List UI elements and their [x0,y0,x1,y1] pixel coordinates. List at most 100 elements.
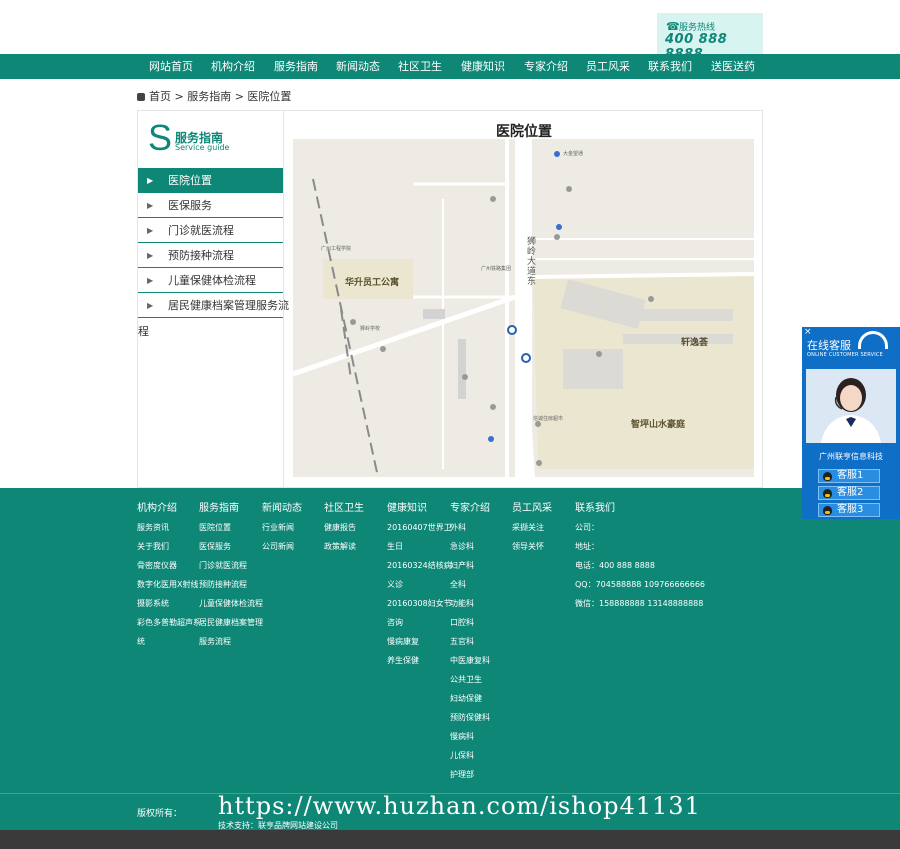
headset-icon [858,331,888,349]
cs-english-title: ONLINE CUSTOMER SERVICE [807,352,883,358]
cs-button-label: 客服2 [837,487,864,498]
sidebar-item-child-checkup[interactable]: ▶ 儿童保健体检流程 [138,268,283,293]
footer-link[interactable]: 行业新闻 [262,521,302,540]
footer-link[interactable]: 采撷关注 [512,521,552,540]
footer-link[interactable]: 统 [137,635,201,654]
copyright-text: 版权所有： [137,809,183,819]
map-label-bank: 信诚住房超市 [533,416,564,422]
cs-button-1[interactable]: 客服1 [818,469,880,483]
footer-link[interactable]: 医院位置 [199,521,263,540]
footer-link[interactable]: 领导关怀 [512,540,552,559]
footer-link[interactable]: 养生保健 [387,654,452,673]
footer-link[interactable]: 儿童保健体检流程 [199,597,263,616]
footer-link[interactable]: 咨询 [387,616,452,635]
footer-link[interactable]: 公司新闻 [262,540,302,559]
footer-link[interactable]: 护理部 [450,768,490,787]
cs-button-3[interactable]: 客服3 [818,503,880,517]
triangle-right-icon: ▶ [147,176,154,185]
site-footer: 机构介绍 服务资讯 关于我们 骨密度仪器 数字化医用X射线 摄影系统 彩色多普勒… [0,488,900,830]
footer-link[interactable]: 慢病科 [450,730,490,749]
nav-item-community[interactable]: 社区卫生 [398,54,442,79]
cs-title: 在线客服 [807,339,851,352]
nav-item-contact[interactable]: 联系我们 [648,54,692,79]
footer-link[interactable]: 20160407世界卫 [387,521,452,540]
footer-link[interactable]: 服务资讯 [137,521,201,540]
sidebar-item-health-records[interactable]: ▶ 居民健康档案管理服务流 [138,293,289,318]
footer-link[interactable]: 全科 [450,578,490,597]
footer-col-heading[interactable]: 联系我们 [575,502,705,521]
footer-link[interactable]: 功能科 [450,597,490,616]
footer-col-about: 机构介绍 服务资讯 关于我们 骨密度仪器 数字化医用X射线 摄影系统 彩色多普勒… [137,502,201,654]
footer-link[interactable]: 政策解读 [324,540,364,559]
footer-link[interactable]: 居民健康档案管理 [199,616,263,635]
footer-link[interactable]: 公共卫生 [450,673,490,692]
footer-col-heading[interactable]: 服务指南 [199,502,263,521]
footer-link[interactable]: 服务流程 [199,635,263,654]
location-map[interactable]: 狮岭大道东 华升员工公寓 轩逸荟 智坪山水豪庭 大金望通 广州工程学院 狮岭学校… [293,139,754,477]
footer-col-heading[interactable]: 社区卫生 [324,502,364,521]
sidebar-header: S 服务指南 Service guide [138,111,283,167]
footer-col-heading[interactable]: 新闻动态 [262,502,302,521]
sidebar-item-vaccination[interactable]: ▶ 预防接种流程 [138,243,283,268]
footer-link[interactable]: 五官科 [450,635,490,654]
footer-link[interactable]: 儿保科 [450,749,490,768]
nav-item-health[interactable]: 健康知识 [461,54,505,79]
map-label-school: 广州工程学院 [321,246,352,252]
footer-link[interactable]: 妇幼保健 [450,692,490,711]
close-icon[interactable]: × [804,327,812,337]
site-header: ☎ 服务热线 400 888 8888 [0,0,900,62]
main-content-box: S 服务指南 Service guide ▶ 医院位置 ▶ 医保服务 ▶ 门诊就医流程… [137,110,763,488]
nav-item-news[interactable]: 新闻动态 [336,54,380,79]
footer-link[interactable]: 骨密度仪器 [137,559,201,578]
footer-link[interactable]: 慢病康复 [387,635,452,654]
sidebar-item-label: 预防接种流程 [168,249,234,262]
footer-link[interactable]: 预防接种流程 [199,578,263,597]
footer-link[interactable]: 口腔科 [450,616,490,635]
nav-item-delivery[interactable]: 送医送药 [711,54,755,79]
nav-item-experts[interactable]: 专家介绍 [524,54,568,79]
customer-service-widget: × 在线客服 ONLINE CUSTOMER SERVICE 广州联亨信息科技 … [802,327,900,519]
footer-col-heading[interactable]: 健康知识 [387,502,452,521]
map-label-school2: 狮岭学校 [360,326,381,332]
cs-button-label: 客服3 [837,504,864,515]
map-label-factory: 广州铁路集团 [481,266,512,272]
nav-item-home[interactable]: 网站首页 [149,54,193,79]
footer-contact-qq: QQ：704588888 109766666666 [575,580,706,589]
sidebar-item-overflow-text: 程 [138,325,149,338]
footer-col-heading[interactable]: 机构介绍 [137,502,201,521]
sidebar-item-location[interactable]: ▶ 医院位置 [138,168,283,193]
agent-avatar [806,369,896,443]
footer-link[interactable]: 外科 [450,521,490,540]
footer-col-experts: 专家介绍 外科 急诊科 妇产科 全科 功能科 口腔科 五官科 中医康复科 公共卫… [450,502,490,787]
sidebar-item-label: 医院位置 [168,174,212,187]
hotline-badge: ☎ 服务热线 400 888 8888 [657,13,763,62]
breadcrumb: 首页 > 服务指南 > 医院位置 [137,88,291,103]
footer-link[interactable]: 生日 [387,540,452,559]
footer-contact-phone: 电话：400 888 8888 [575,561,655,570]
footer-link[interactable]: 中医康复科 [450,654,490,673]
footer-link[interactable]: 门诊就医流程 [199,559,263,578]
footer-link[interactable]: 摄影系统 [137,597,201,616]
footer-link[interactable]: 妇产科 [450,559,490,578]
footer-link[interactable]: 医保服务 [199,540,263,559]
footer-link[interactable]: 健康报告 [324,521,364,540]
footer-link[interactable]: 彩色多普勒超声系 [137,616,201,635]
triangle-right-icon: ▶ [147,276,154,285]
sidebar-item-insurance[interactable]: ▶ 医保服务 [138,193,283,218]
sidebar-item-outpatient[interactable]: ▶ 门诊就医流程 [138,218,283,243]
footer-col-heading[interactable]: 专家介绍 [450,502,490,521]
footer-link[interactable]: 关于我们 [137,540,201,559]
cs-button-2[interactable]: 客服2 [818,486,880,500]
breadcrumb-text[interactable]: 首页 > 服务指南 > 医院位置 [149,90,291,103]
map-label-dazhong: 大金望通 [563,151,584,157]
nav-item-staff[interactable]: 员工风采 [586,54,630,79]
footer-link[interactable]: 义诊 [387,578,452,597]
footer-col-heading[interactable]: 员工风采 [512,502,552,521]
nav-item-about[interactable]: 机构介绍 [211,54,255,79]
footer-link[interactable]: 急诊科 [450,540,490,559]
footer-link[interactable]: 预防保健科 [450,711,490,730]
footer-link[interactable]: 20160308妇女节 [387,597,452,616]
nav-item-guide[interactable]: 服务指南 [274,54,318,79]
footer-link[interactable]: 20160324结核病 [387,559,452,578]
footer-link[interactable]: 数字化医用X射线 [137,578,201,597]
